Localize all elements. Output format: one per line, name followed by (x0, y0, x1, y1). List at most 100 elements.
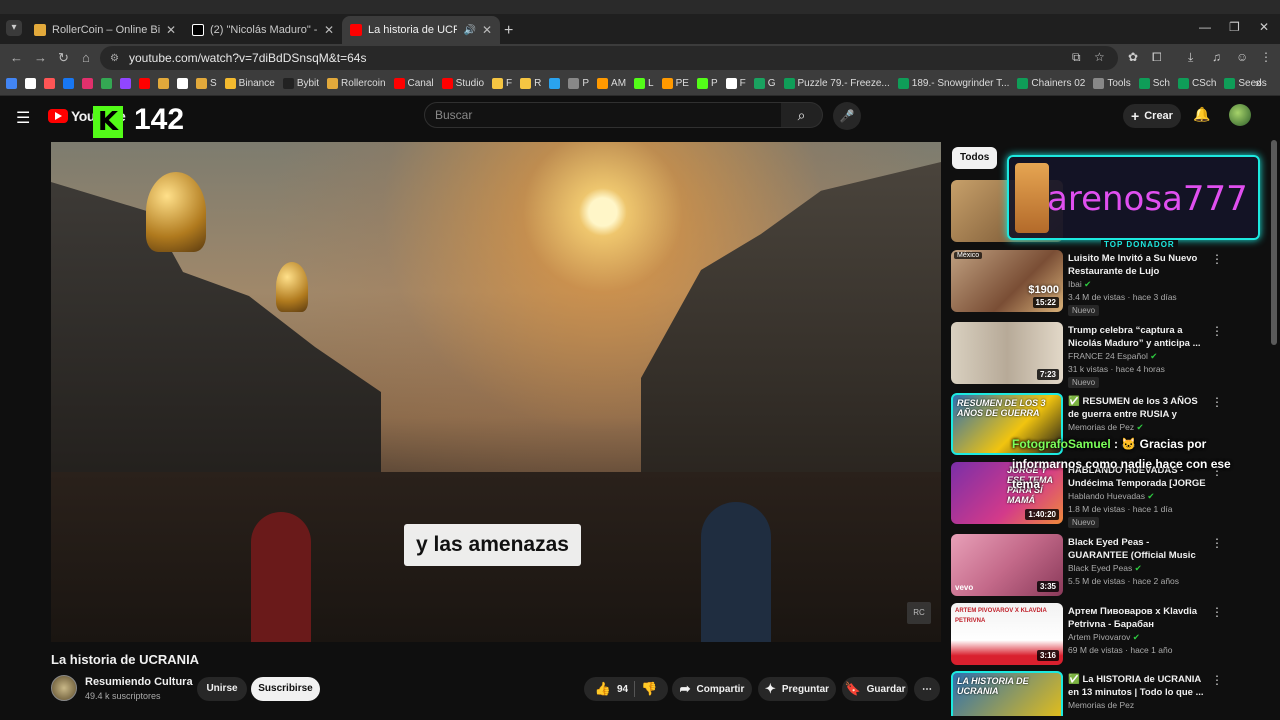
subscribe-button[interactable]: Suscribirse (251, 677, 320, 701)
recommendation-title[interactable]: ✅ La HISTORIA de UCRANIA en 13 minutos |… (1068, 673, 1208, 699)
recommendation-channel[interactable]: Ibai ✔ (1068, 279, 1091, 290)
recommendation-channel[interactable]: Memorias de Pez ✔ (1068, 422, 1144, 433)
recommendation-thumbnail[interactable]: LA HISTORIA DE UCRANIA (951, 671, 1063, 716)
recommendation-channel[interactable]: Black Eyed Peas ✔ (1068, 563, 1142, 574)
bookmark-item[interactable]: P (568, 78, 589, 89)
more-options-icon[interactable]: ⋮ (1211, 324, 1223, 338)
recommendation-item[interactable]: vevo 3:35 Black Eyed Peas - GUARANTEE (O… (951, 534, 1271, 596)
bookmark-item[interactable]: Tools (1093, 78, 1131, 89)
bookmark-item[interactable]: F (492, 78, 512, 89)
recommendation-thumbnail[interactable]: vevo 3:35 (951, 534, 1063, 596)
bookmark-item[interactable] (101, 78, 112, 89)
browser-tab-rollercoin[interactable]: RollerCoin – Online Bitcoin Mining ✕ (26, 16, 184, 44)
more-options-icon[interactable]: ⋮ (1211, 536, 1223, 550)
like-count[interactable]: 94 (617, 684, 628, 695)
extension-icon[interactable]: ✿ (1128, 50, 1138, 64)
close-tab-icon[interactable]: ✕ (166, 23, 176, 37)
dislike-icon[interactable]: 👎 (641, 681, 657, 697)
downloads-icon[interactable]: ⤓ (1188, 50, 1193, 65)
bookmark-item[interactable] (120, 78, 131, 89)
notifications-bell-icon[interactable]: 🔔 (1193, 106, 1210, 123)
bookmark-item[interactable] (82, 78, 93, 89)
new-tab-icon[interactable]: + (504, 22, 513, 40)
recommendation-channel[interactable]: Artem Pivovarov ✔ (1068, 632, 1140, 643)
ask-button[interactable]: ✦ Preguntar (758, 677, 836, 701)
forward-icon[interactable]: → (34, 50, 47, 65)
bookmark-item[interactable]: Binance (224, 78, 275, 89)
back-icon[interactable]: ← (10, 50, 23, 65)
recommendation-title[interactable]: Trump celebra “captura a Nicolás Maduro”… (1068, 324, 1208, 350)
media-controls-icon[interactable]: ♫ (1212, 50, 1221, 64)
chip-todos[interactable]: Todos (952, 147, 998, 169)
menu-icon[interactable]: ☰ (16, 108, 30, 128)
reload-icon[interactable]: ↻ (58, 50, 69, 66)
audio-playing-icon[interactable]: 🔊 (463, 25, 475, 36)
recommendation-item[interactable]: 7:23 Trump celebra “captura a Nicolás Ma… (951, 322, 1271, 388)
bookmark-item[interactable] (549, 78, 561, 89)
bookmark-item[interactable]: P (696, 78, 718, 89)
browser-tab-x-search[interactable]: (2) "Nicolás Maduro" - Search / X ✕ (184, 16, 342, 44)
bookmark-item[interactable] (63, 78, 74, 89)
restore-icon[interactable]: ❐ (1229, 20, 1240, 34)
address-bar[interactable]: ⚙ youtube.com/watch?v=7diBdDSnsqM&t=64s (100, 46, 1118, 70)
browser-tab-youtube[interactable]: La historia de UCRANIA - YouTube 🔊 ✕ (342, 16, 500, 44)
more-options-icon[interactable]: ⋮ (1211, 395, 1223, 409)
more-actions-icon[interactable]: ⋯ (914, 677, 940, 701)
bookmark-item[interactable] (25, 78, 36, 89)
bookmark-item[interactable]: S (196, 78, 217, 89)
recommendation-title[interactable]: Luisito Me Invitó a Su Nuevo Restaurante… (1068, 252, 1208, 278)
minimize-icon[interactable]: — (1199, 20, 1211, 34)
recommendation-channel[interactable]: Memorias de Pez (1068, 700, 1134, 710)
join-button[interactable]: Unirse (197, 677, 247, 701)
bookmark-item[interactable]: Sch (1138, 78, 1170, 89)
tab-search-icon[interactable]: ▾ (6, 20, 22, 36)
extensions-puzzle-icon[interactable]: ⧠ (1152, 50, 1162, 65)
close-tab-icon[interactable]: ✕ (482, 23, 492, 37)
bookmark-item[interactable] (139, 78, 150, 89)
install-app-icon[interactable]: ⧉ (1072, 50, 1081, 65)
recommendation-thumbnail[interactable]: 7:23 (951, 322, 1063, 384)
more-options-icon[interactable]: ⋮ (1211, 252, 1223, 266)
recommendation-item[interactable]: ARTEM PIVOVAROV X KLAVDIA PETRIVNA 3:16 … (951, 603, 1271, 665)
recommendation-item[interactable]: LA HISTORIA DE UCRANIA ✅ La HISTORIA de … (951, 671, 1271, 716)
search-input[interactable]: Buscar (424, 102, 782, 128)
more-options-icon[interactable]: ⋮ (1211, 605, 1223, 619)
bookmark-item[interactable]: Studio (441, 78, 484, 89)
bookmark-item[interactable]: G (753, 78, 776, 89)
bookmark-item[interactable]: AM (597, 78, 626, 89)
recommendation-thumbnail[interactable]: ARTEM PIVOVAROV X KLAVDIA PETRIVNA 3:16 (951, 603, 1063, 665)
recommendation-thumbnail[interactable]: México $1900 15:22 (951, 250, 1063, 312)
recommendation-title[interactable]: Black Eyed Peas - GUARANTEE (Official Mu… (1068, 536, 1208, 562)
user-avatar[interactable] (1229, 104, 1251, 126)
channel-watermark[interactable]: RC (907, 602, 931, 624)
bookmark-item[interactable]: 189.- Snowgrinder T... (897, 78, 1009, 89)
channel-name[interactable]: Resumiendo Cultura (85, 676, 193, 688)
more-options-icon[interactable]: ⋮ (1211, 673, 1223, 687)
site-info-icon[interactable]: ⚙ (110, 53, 119, 64)
bookmark-item[interactable]: Canal (393, 78, 434, 89)
bookmark-item[interactable]: Puzzle 79.- Freeze... (783, 78, 890, 89)
microphone-icon[interactable]: 🎤 (833, 102, 861, 130)
share-button[interactable]: ➦ Compartir (672, 677, 752, 701)
bookmark-item[interactable]: R (520, 78, 541, 89)
close-window-icon[interactable]: ✕ (1259, 20, 1269, 34)
save-button[interactable]: 🔖 Guardar (842, 677, 908, 701)
like-icon[interactable]: 👍 (595, 681, 611, 697)
bookmark-item[interactable] (44, 78, 55, 89)
bookmark-item[interactable]: Chainers 02 (1017, 78, 1085, 89)
channel-avatar[interactable] (51, 675, 77, 701)
recommendation-title[interactable]: ✅ RESUMEN de los 3 AÑOS de guerra entre … (1068, 395, 1208, 421)
more-bookmarks-icon[interactable]: » (1255, 76, 1262, 90)
bookmark-item[interactable]: PE (661, 78, 689, 89)
bookmark-item[interactable]: L (634, 78, 654, 89)
recommendation-title[interactable]: Артем Пивоваров x Klavdia Petrivna - Бар… (1068, 605, 1208, 631)
bookmark-item[interactable] (158, 78, 169, 89)
recommendation-channel[interactable]: FRANCE 24 Español ✔ (1068, 351, 1157, 362)
search-icon[interactable]: ⌕ (781, 102, 823, 128)
bookmark-star-icon[interactable]: ☆ (1094, 50, 1105, 64)
create-button[interactable]: + Crear (1123, 104, 1181, 128)
video-player[interactable]: RC (51, 142, 941, 642)
bookmark-item[interactable]: CSch (1177, 78, 1216, 89)
bookmark-item[interactable]: Bybit (282, 78, 319, 89)
bookmark-item[interactable]: F (725, 78, 746, 89)
